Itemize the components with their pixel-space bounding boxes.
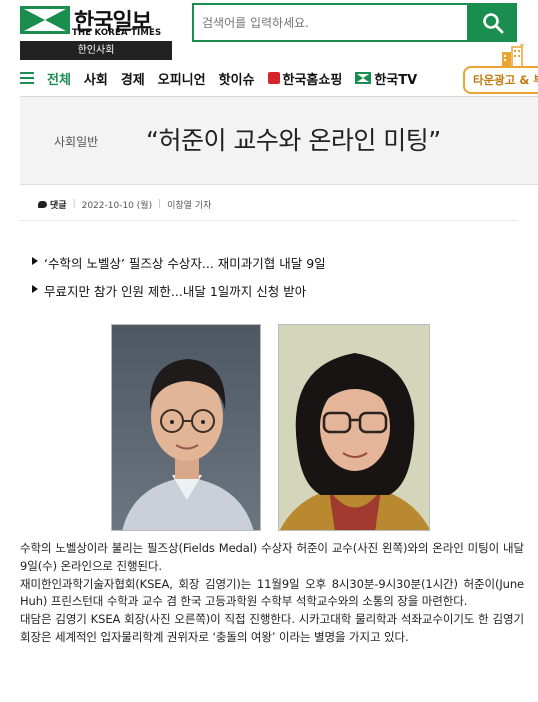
nav-item-korea-tv-label: 한국TV: [374, 72, 418, 88]
article-title-area: 사회일반 “허준이 교수와 온라인 미팅”: [20, 97, 538, 185]
logo-subtitle: THE KOREA TIMES: [72, 28, 162, 38]
search-box: [192, 3, 469, 42]
nav-item-opinion[interactable]: 오피니언: [158, 69, 206, 88]
shopping-bag-icon: [267, 72, 280, 84]
triangle-bullet-icon: [32, 257, 38, 265]
article-body: 수학의 노벨상이라 불리는 필즈상(Fields Medal) 수상자 허준이 …: [20, 540, 524, 647]
meta-divider-line: [20, 220, 518, 221]
site-header: 한국일보 THE KOREA TIMES 한인사회: [0, 0, 538, 68]
article-meta: 댓글 | 2022-10-10 (월) | 이창열 기자: [38, 196, 211, 212]
body-paragraph: 재미한인과학기술자협회(KSEA, 회장 김영기)는 11월9일 오후 8시30…: [20, 576, 524, 609]
nav-item-economy[interactable]: 경제: [121, 69, 145, 88]
related-link-text: 무료지만 참가 인원 제한...내달 1일까지 신청 받아: [44, 284, 307, 299]
meta-divider: |: [158, 199, 162, 209]
search-input[interactable]: [194, 5, 467, 40]
hourglass-logo-icon: [20, 6, 70, 34]
related-link[interactable]: 무료지만 참가 인원 제한...내달 1일까지 신청 받아: [32, 281, 326, 309]
body-paragraph: 대담은 김영기 KSEA 회장(사진 오른쪽)이 직접 진행한다. 시카고대학 …: [20, 612, 524, 644]
meta-divider: |: [72, 199, 76, 209]
hamburger-menu-icon[interactable]: [20, 72, 34, 84]
article-headline: “허준이 교수와 온라인 미팅”: [146, 126, 441, 155]
article-author: 이창열 기자: [167, 200, 212, 211]
photo-june-huh: [111, 324, 261, 531]
nav-item-all[interactable]: 전체: [47, 69, 71, 88]
comment-label: 댓글: [50, 200, 67, 211]
related-links: ‘수학의 노벨상’ 필즈상 수상자... 재미과기협 내달 9일 무료지만 참가…: [32, 253, 326, 309]
nav-item-home-shopping-label: 한국홈쇼핑: [282, 72, 343, 88]
body-paragraph: 수학의 노벨상이라 불리는 필즈상(Fields Medal) 수상자 허준이 …: [20, 541, 524, 573]
related-link[interactable]: ‘수학의 노벨상’ 필즈상 수상자... 재미과기협 내달 9일: [32, 253, 326, 281]
triangle-bullet-icon: [32, 285, 38, 293]
comment-bubble-icon: [38, 200, 47, 208]
nav-item-home-shopping[interactable]: 한국홈쇼핑: [267, 69, 343, 88]
section-band[interactable]: 한인사회: [20, 41, 172, 60]
search-icon: [483, 12, 504, 33]
article-category[interactable]: 사회일반: [54, 133, 98, 150]
nav-item-society[interactable]: 사회: [84, 69, 108, 88]
nav-item-korea-tv[interactable]: 한국TV: [355, 69, 417, 88]
tv-logo-icon: [355, 72, 372, 84]
comment-link[interactable]: 댓글: [38, 198, 67, 211]
main-nav: 전체 사회 경제 오피니언 핫이슈 한국홈쇼핑 한국TV 타운광고 & 부: [20, 60, 538, 97]
nav-item-hot-issue[interactable]: 핫이슈: [219, 69, 255, 88]
related-link-text: ‘수학의 노벨상’ 필즈상 수상자... 재미과기협 내달 9일: [44, 256, 326, 271]
photo-kim-young-kee: [278, 324, 430, 531]
town-ad-button[interactable]: 타운광고 & 부: [463, 66, 538, 94]
site-logo[interactable]: 한국일보 THE KOREA TIMES 한인사회: [20, 3, 172, 60]
article-date: 2022-10-10 (월): [81, 200, 153, 211]
search-button[interactable]: [469, 3, 517, 42]
